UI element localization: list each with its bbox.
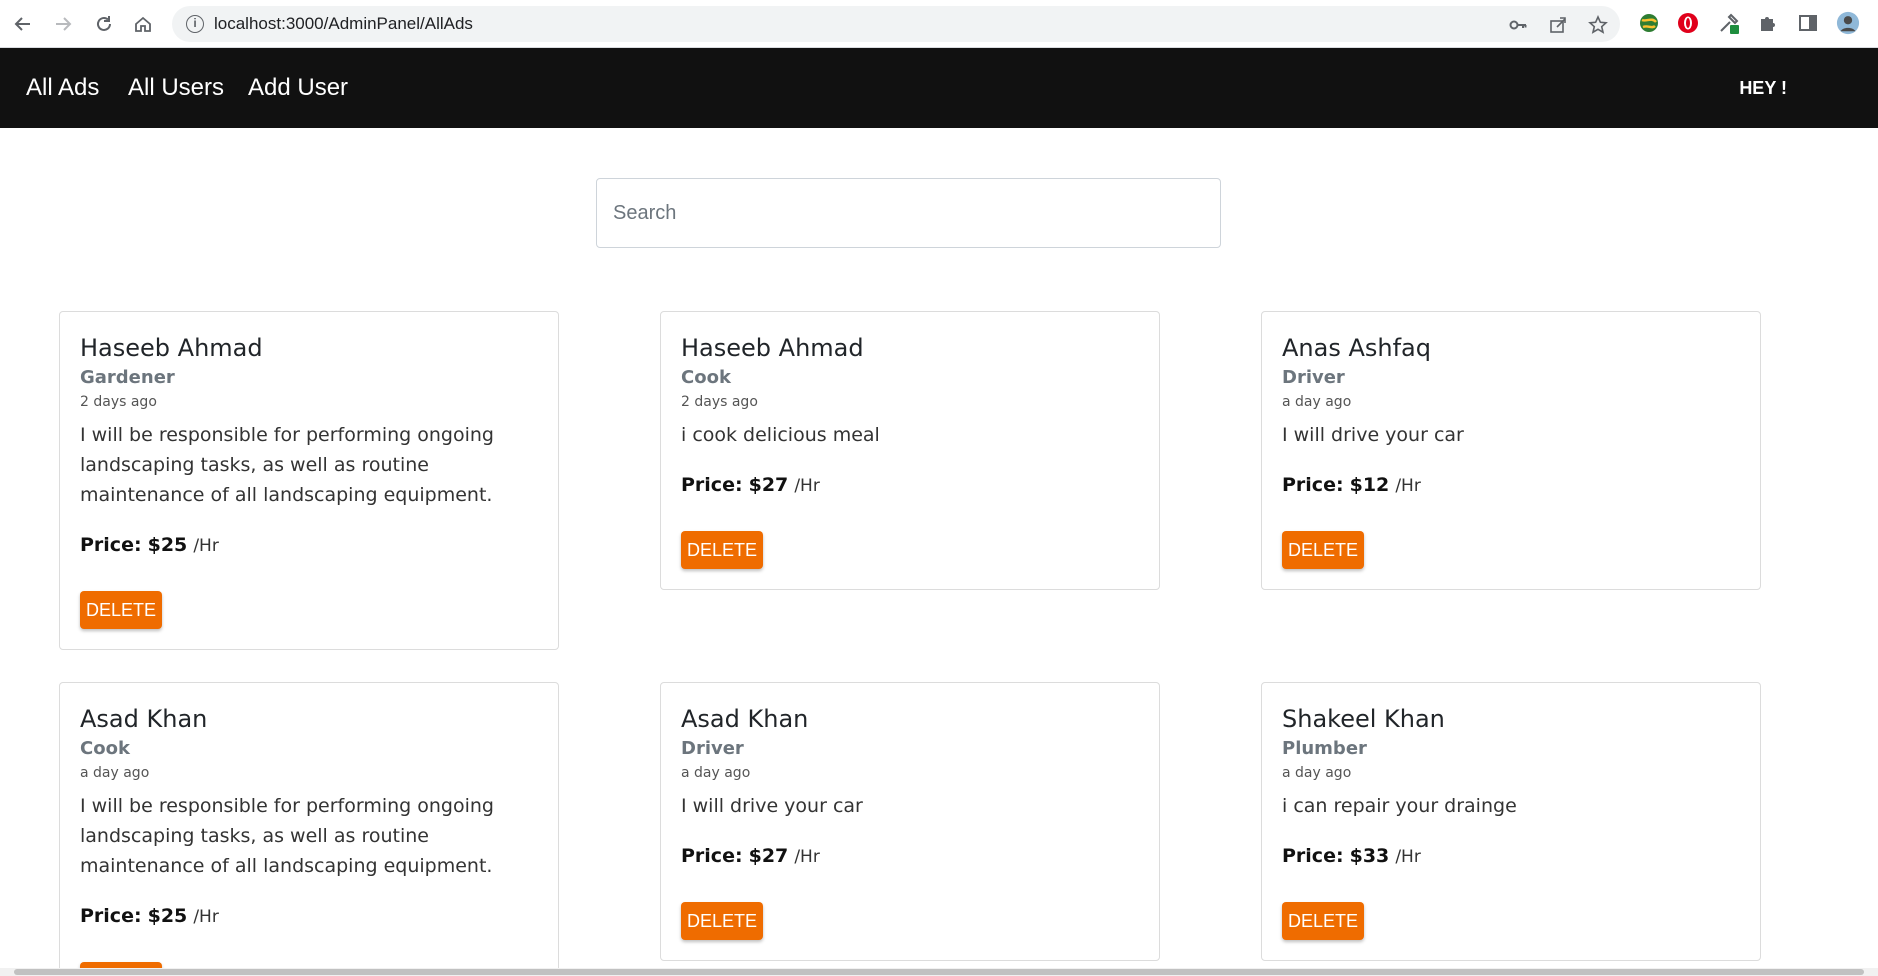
price-label: Price: — [80, 534, 142, 556]
ad-price: Price: $33 /Hr — [1282, 841, 1740, 872]
profile-avatar-icon[interactable] — [1836, 11, 1860, 35]
ad-owner-name: Haseeb Ahmad — [681, 334, 864, 362]
ad-posted-time: a day ago — [80, 765, 150, 781]
site-info-icon[interactable]: i — [186, 15, 204, 33]
nav-link-all-ads[interactable]: All Ads — [26, 48, 99, 128]
ad-posted-time: 2 days ago — [80, 394, 157, 410]
ad-owner-name: Anas Ashfaq — [1282, 334, 1431, 362]
ad-card: Haseeb Ahmad Cook 2 days ago i cook deli… — [660, 311, 1160, 590]
side-panel-icon[interactable] — [1796, 11, 1820, 35]
price-value: $25 — [147, 905, 188, 927]
ad-description: I will be responsible for performing ong… — [80, 424, 494, 506]
ad-price: Price: $27 /Hr — [681, 470, 1139, 501]
search-input[interactable] — [596, 178, 1221, 248]
price-unit: /Hr — [794, 476, 820, 496]
ad-price: Price: $25 /Hr — [80, 901, 538, 932]
bookmark-star-icon[interactable] — [1588, 15, 1608, 35]
ad-posted-time: a day ago — [1282, 765, 1352, 781]
ad-description: i can repair your drainge — [1282, 795, 1517, 817]
key-icon[interactable] — [1508, 15, 1528, 35]
price-value: $27 — [748, 474, 789, 496]
ad-category: Driver — [681, 738, 744, 759]
horizontal-scrollbar[interactable] — [0, 968, 1878, 976]
price-label: Price: — [681, 845, 743, 867]
price-unit: /Hr — [1395, 476, 1421, 496]
ad-posted-time: a day ago — [681, 765, 751, 781]
price-value: $12 — [1349, 474, 1390, 496]
reload-icon[interactable] — [90, 10, 118, 38]
browser-toolbar: i localhost:3000/AdminPanel/AllAds — [0, 0, 1878, 48]
delete-ad-button[interactable]: DELETE — [80, 591, 163, 629]
ad-category: Driver — [1282, 367, 1345, 388]
price-value: $25 — [147, 534, 188, 556]
price-label: Price: — [681, 474, 743, 496]
delete-ad-button[interactable]: DELETE — [681, 531, 764, 569]
delete-ad-button[interactable]: DELETE — [681, 902, 764, 940]
globe-extension-icon[interactable] — [1637, 11, 1661, 35]
eyedropper-extension-icon[interactable] — [1717, 11, 1741, 35]
app-navbar: All Ads All Users Add User HEY ! — [0, 48, 1878, 128]
ad-description: I will be responsible for performing ong… — [80, 795, 494, 877]
price-unit: /Hr — [1395, 847, 1421, 867]
price-unit: /Hr — [193, 536, 219, 556]
ad-description: I will drive your car — [1282, 424, 1464, 446]
ad-card: Anas Ashfaq Driver a day ago I will driv… — [1261, 311, 1761, 590]
back-arrow-icon[interactable] — [9, 10, 37, 38]
price-unit: /Hr — [794, 847, 820, 867]
ad-category: Plumber — [1282, 738, 1367, 759]
price-unit: /Hr — [193, 907, 219, 927]
ad-category: Cook — [80, 738, 130, 759]
ad-card: Asad Khan Cook a day ago I will be respo… — [59, 682, 559, 976]
ad-posted-time: a day ago — [1282, 394, 1352, 410]
ad-category: Gardener — [80, 367, 175, 388]
ad-owner-name: Asad Khan — [80, 705, 208, 733]
ad-category: Cook — [681, 367, 731, 388]
address-bar[interactable]: i localhost:3000/AdminPanel/AllAds — [172, 6, 1620, 42]
user-greeting: HEY ! — [1739, 78, 1787, 98]
scrollbar-thumb[interactable] — [14, 969, 1864, 975]
nav-link-add-user[interactable]: Add User — [248, 48, 348, 128]
delete-ad-button[interactable]: DELETE — [1282, 531, 1365, 569]
ad-price: Price: $25 /Hr — [80, 530, 538, 561]
ad-owner-name: Asad Khan — [681, 705, 809, 733]
ad-description: I will drive your car — [681, 795, 863, 817]
share-icon[interactable] — [1548, 15, 1568, 35]
home-icon[interactable] — [129, 10, 157, 38]
ad-card: Haseeb Ahmad Gardener 2 days ago I will … — [59, 311, 559, 650]
ad-card: Asad Khan Driver a day ago I will drive … — [660, 682, 1160, 961]
forward-arrow-icon[interactable] — [49, 10, 77, 38]
opera-extension-icon[interactable] — [1676, 11, 1700, 35]
price-value: $33 — [1349, 845, 1390, 867]
price-label: Price: — [1282, 845, 1344, 867]
ad-price: Price: $12 /Hr — [1282, 470, 1740, 501]
price-label: Price: — [80, 905, 142, 927]
ad-description: i cook delicious meal — [681, 424, 880, 446]
ad-card: Shakeel Khan Plumber a day ago i can rep… — [1261, 682, 1761, 961]
ad-price: Price: $27 /Hr — [681, 841, 1139, 872]
nav-link-all-users[interactable]: All Users — [128, 48, 224, 128]
price-value: $27 — [748, 845, 789, 867]
ad-owner-name: Shakeel Khan — [1282, 705, 1445, 733]
ad-owner-name: Haseeb Ahmad — [80, 334, 263, 362]
ad-posted-time: 2 days ago — [681, 394, 758, 410]
price-label: Price: — [1282, 474, 1344, 496]
puzzle-extensions-icon[interactable] — [1756, 11, 1780, 35]
delete-ad-button[interactable]: DELETE — [1282, 902, 1365, 940]
url-text[interactable]: localhost:3000/AdminPanel/AllAds — [214, 6, 473, 42]
